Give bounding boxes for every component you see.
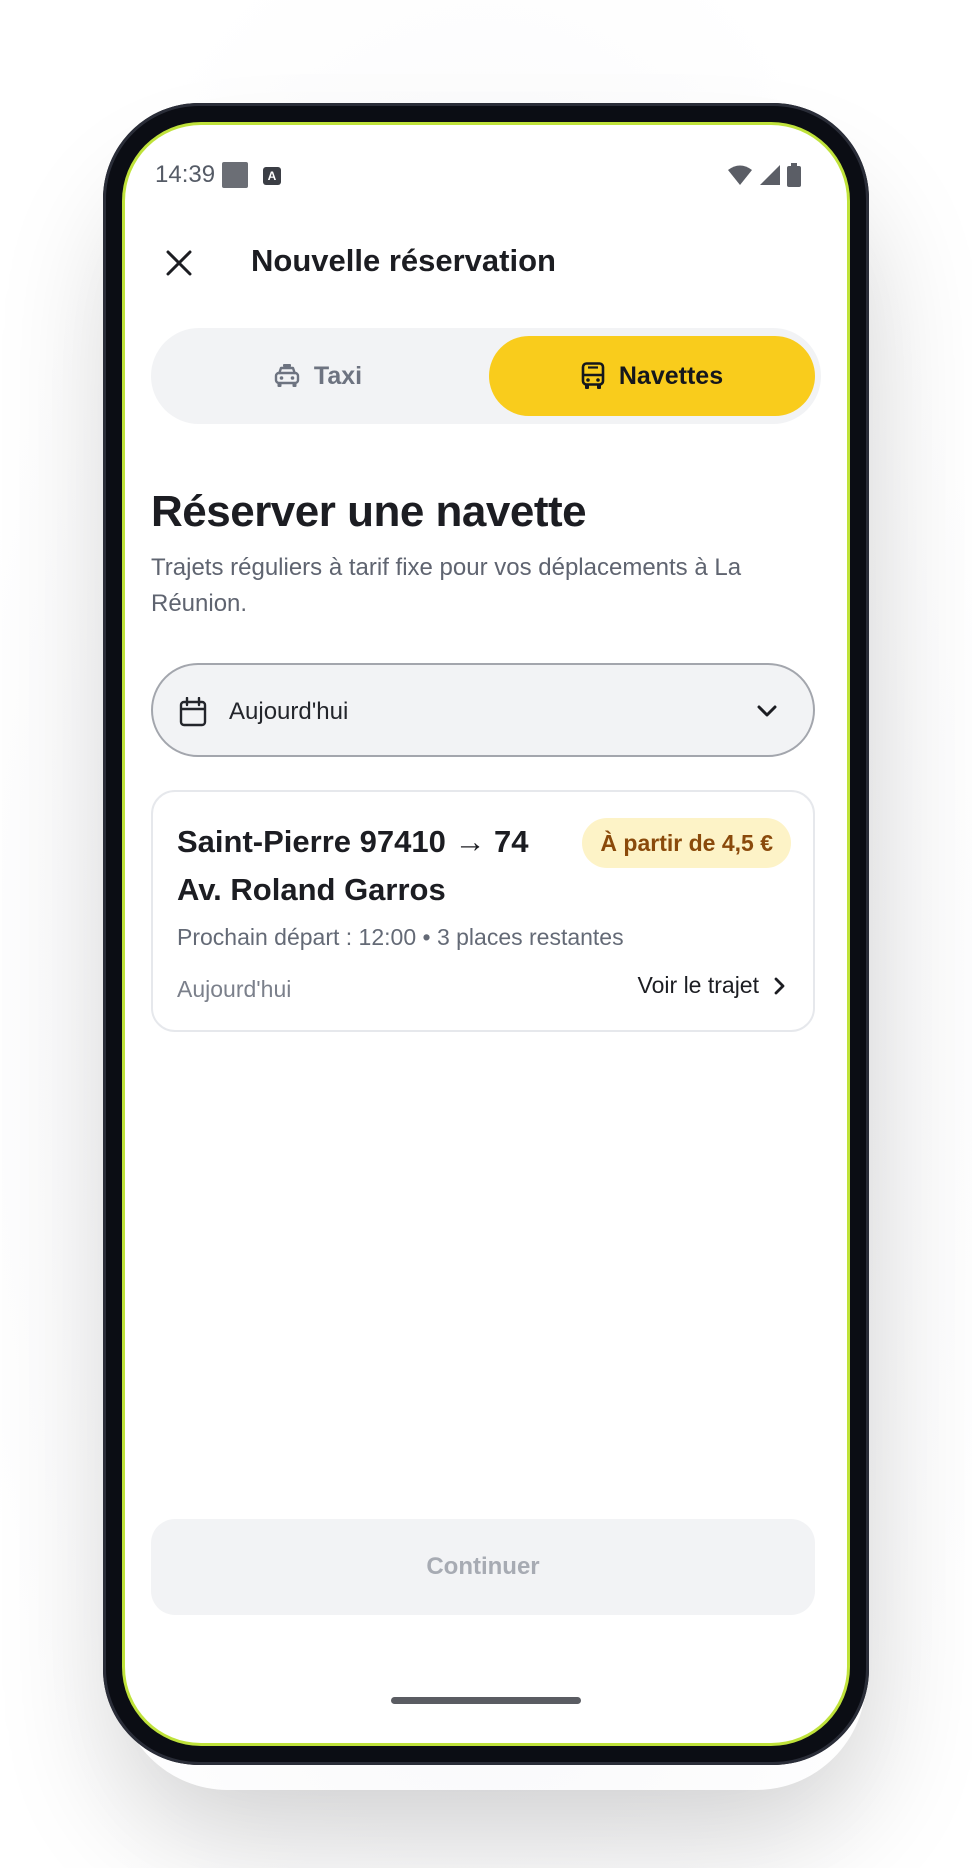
car-icon [274,364,300,387]
route-title: Saint-Pierre 97410 → 74 Av. Roland Garro… [177,824,529,907]
phone-screen: 14:39 A Nouvelle réservation Taxi Navett… [125,125,847,1743]
battery-icon [787,163,801,187]
status-time: 14:39 [155,161,216,188]
home-indicator[interactable] [391,1697,581,1704]
page-title: Nouvelle réservation [251,243,556,278]
chevron-right-icon [774,977,785,994]
stage: 14:39 A Nouvelle réservation Taxi Navett… [0,0,972,1868]
price-badge: À partir de 4,5 € [582,818,791,868]
view-route-link[interactable]: Voir le trajet [638,972,787,999]
close-button[interactable] [151,235,207,291]
chevron-down-icon [757,705,777,717]
signal-icon [760,165,780,185]
notification-app-icon: A [263,167,281,185]
status-icons [727,163,801,187]
mode-tabs: Taxi Navettes [151,328,821,424]
date-select-value: Aujourd'hui [229,698,349,725]
route-date: Aujourd'hui [177,976,292,1002]
date-select[interactable]: Aujourd'hui [151,663,815,757]
status-bar: 14:39 A [125,125,847,225]
route-meta: Prochain départ : 12:00 • 3 places resta… [177,924,624,950]
notification-square-icon [222,162,248,188]
calendar-icon [179,697,207,727]
section-subtitle: Trajets réguliers à tarif fixe pour vos … [151,554,742,617]
tab-navettes[interactable]: Navettes [489,336,815,416]
tab-taxi[interactable]: Taxi [159,336,477,416]
view-route-label: Voir le trajet [637,972,759,998]
wifi-icon [728,165,752,185]
route-card[interactable]: Saint-Pierre 97410 → 74 Av. Roland Garro… [151,790,815,1032]
tab-navettes-label: Navettes [618,361,724,390]
close-icon [166,250,192,276]
tab-taxi-label: Taxi [313,361,363,390]
bus-icon [581,362,605,389]
phone-frame: 14:39 A Nouvelle réservation Taxi Navett… [103,103,869,1765]
section-title: Réserver une navette [151,487,587,536]
continue-button[interactable]: Continuer [151,1519,815,1615]
